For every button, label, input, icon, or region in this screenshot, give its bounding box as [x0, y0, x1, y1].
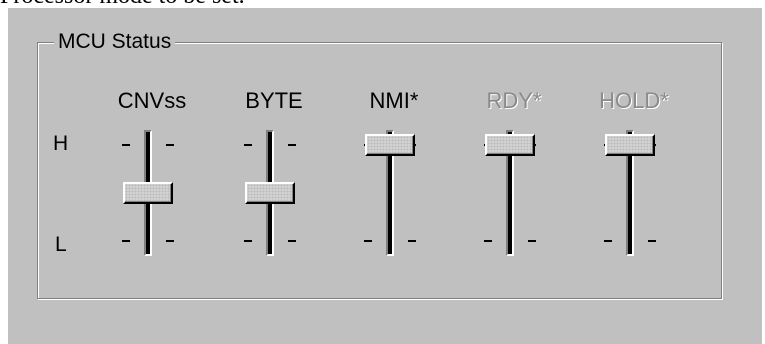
mcu-status-panel: MCU Status H L CNVss BYTE NMI* RDY* HOLD… [8, 8, 762, 344]
cnvss-tick-left-top [122, 144, 130, 146]
nmi-label: NMI* [369, 88, 419, 113]
byte-slider-thumb[interactable] [245, 182, 295, 204]
cnvss-tick-right-bottom [166, 240, 174, 242]
nmi-slider-thumb[interactable] [365, 134, 415, 156]
rdy-label: RDY* [486, 88, 542, 113]
hold-tick-right-bottom [648, 240, 656, 242]
byte-tick-right-top [288, 144, 296, 146]
rdy-slider-thumb [485, 134, 535, 156]
cnvss-slider-thumb[interactable] [123, 182, 173, 204]
cnvss-tick-left-bottom [122, 240, 130, 242]
byte-tick-right-bottom [288, 240, 296, 242]
cnvss-label: CNVss [117, 88, 187, 113]
mcu-status-groupbox [37, 42, 722, 299]
nmi-tick-left-bottom [364, 240, 372, 242]
hold-slider-thumb [605, 134, 655, 156]
byte-label: BYTE [245, 88, 303, 113]
byte-tick-left-top [244, 144, 252, 146]
high-level-label: H [53, 132, 69, 155]
cnvss-tick-right-top [166, 144, 174, 146]
rdy-tick-left-bottom [484, 240, 492, 242]
nmi-tick-right-bottom [408, 240, 416, 242]
rdy-tick-right-bottom [528, 240, 536, 242]
hold-label: HOLD* [599, 88, 669, 113]
group-title: MCU Status [54, 30, 176, 54]
hold-tick-left-bottom [604, 240, 612, 242]
low-level-label: L [55, 233, 67, 256]
byte-tick-left-bottom [244, 240, 252, 242]
